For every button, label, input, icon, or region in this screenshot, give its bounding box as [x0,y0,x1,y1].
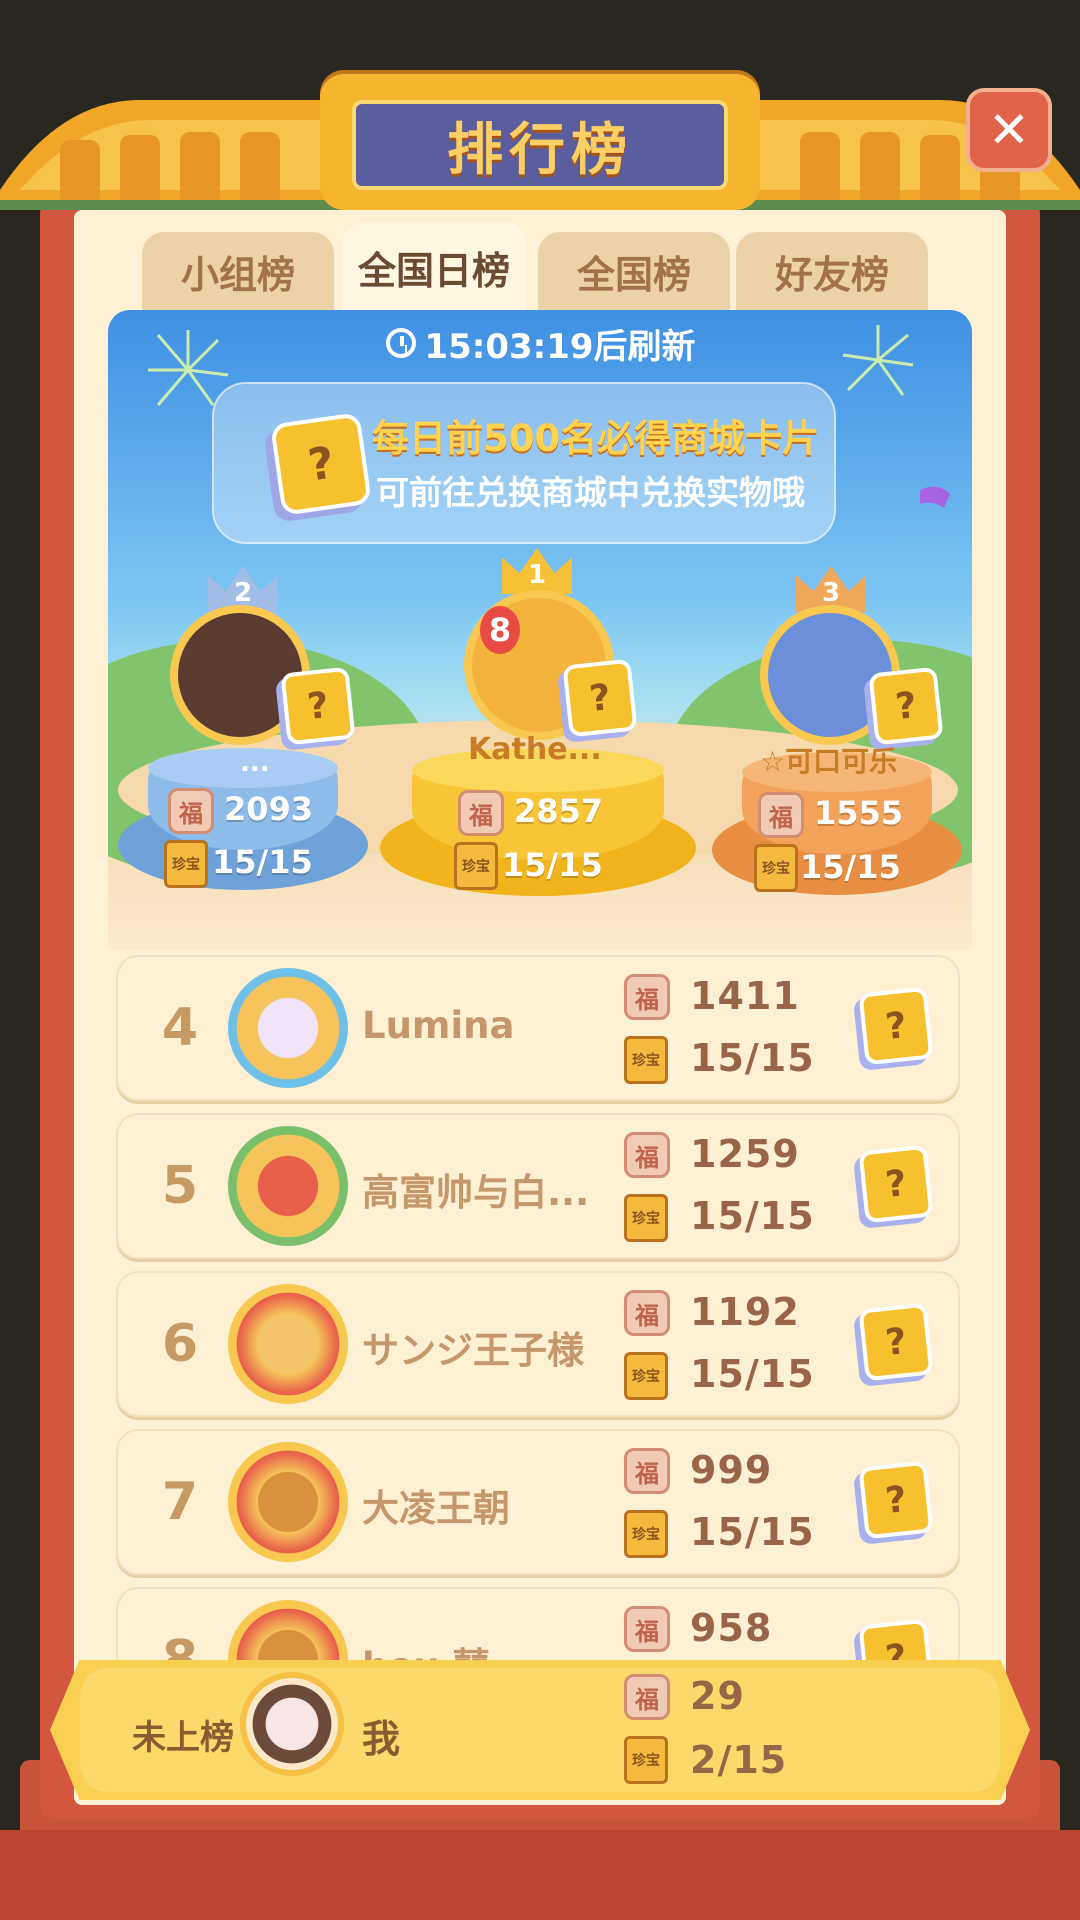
tab-group-rank[interactable]: 小组榜 [142,232,334,310]
player-progress: 15/15 [690,1036,815,1080]
player-name: 大凌王朝 [362,1487,510,1530]
rank-number: 4 [161,998,199,1058]
treasure-book-icon: 珍宝 [624,1736,668,1784]
player-progress: 15/15 [690,1194,815,1238]
rank-number: 6 [161,1314,199,1374]
avatar [228,1284,348,1404]
treasure-book-icon: 珍宝 [454,842,498,890]
podium-3-card-icon: ? [868,666,944,746]
tab-national-daily[interactable]: 全国日榜 [342,222,526,312]
refresh-timer: 15:03:19后刷新 [366,318,716,368]
player-name: サンジ王子様 [362,1329,584,1372]
reward-headline: 每日前500名必得商城卡片 [372,417,820,460]
fu-icon: 福 [624,1448,670,1494]
rank-number: 7 [161,1472,199,1532]
podium-1-score: 2857 [514,792,604,830]
podium-1-progress: 15/15 [502,846,603,884]
treasure-book-icon: 珍宝 [754,844,798,892]
tab-national[interactable]: 全国榜 [538,232,730,310]
my-name: 我 [362,1717,401,1761]
my-score: 29 [690,1674,745,1718]
my-progress: 2/15 [690,1738,788,1782]
avatar [228,1442,348,1562]
mall-card-icon: ? [270,412,372,516]
clock-icon [386,328,417,358]
fu-icon: 福 [624,1290,670,1336]
reward-subtext: 可前往兑换商城中兑换实物哦 [376,473,805,512]
fu-icon: 福 [624,974,670,1020]
my-rank-status: 未上榜 [132,1718,234,1758]
podium-3-progress: 15/15 [800,848,901,886]
player-name: Lumina [362,1004,515,1047]
avatar [228,968,348,1088]
player-score: 999 [690,1448,773,1492]
podium-2-name: ... [240,748,270,778]
avatar [228,1126,348,1246]
player-progress: 15/15 [690,1352,815,1396]
podium-2-score: 2093 [224,790,314,828]
podium-1-badge: 8 [480,606,520,654]
player-score: 1259 [690,1132,800,1176]
close-button[interactable]: ✕ [966,88,1052,172]
mall-card-icon: ? [858,1460,934,1540]
player-progress: 15/15 [690,1510,815,1554]
mall-card-icon: ? [858,986,934,1066]
rank-number: 5 [161,1156,199,1216]
mall-card-icon: ? [858,1144,934,1224]
podium-1-card-icon: ? [562,658,638,738]
treasure-book-icon: 珍宝 [624,1352,668,1400]
fu-icon: 福 [624,1674,670,1720]
page-title: 排行榜 [447,117,633,183]
my-avatar [240,1672,344,1776]
podium-3-name: ☆可口可乐 [760,745,898,778]
fu-icon: 福 [758,792,804,838]
fu-icon: 福 [624,1132,670,1178]
podium-2-progress: 15/15 [212,843,313,881]
fu-icon: 福 [458,790,504,836]
player-score: 958 [690,1606,773,1650]
treasure-book-icon: 珍宝 [164,840,208,888]
tab-friends[interactable]: 好友榜 [736,232,928,310]
fu-icon: 福 [624,1606,670,1652]
podium-2-card-icon: ? [280,666,356,746]
refresh-timer-text: 15:03:19后刷新 [424,326,696,367]
player-score: 1192 [690,1290,800,1334]
podium-1-name: Kathe... [468,732,602,767]
title-board: 排行榜 [352,100,728,190]
close-icon: ✕ [988,101,1030,159]
fu-icon: 福 [168,788,214,834]
mall-card-icon: ? [858,1302,934,1382]
podium-3-score: 1555 [814,794,904,832]
treasure-book-icon: 珍宝 [624,1194,668,1242]
player-name: 高富帅与白... [362,1171,590,1214]
treasure-book-icon: 珍宝 [624,1036,668,1084]
player-score: 1411 [690,974,800,1018]
treasure-book-icon: 珍宝 [624,1510,668,1558]
frame-floor [0,1830,1080,1920]
